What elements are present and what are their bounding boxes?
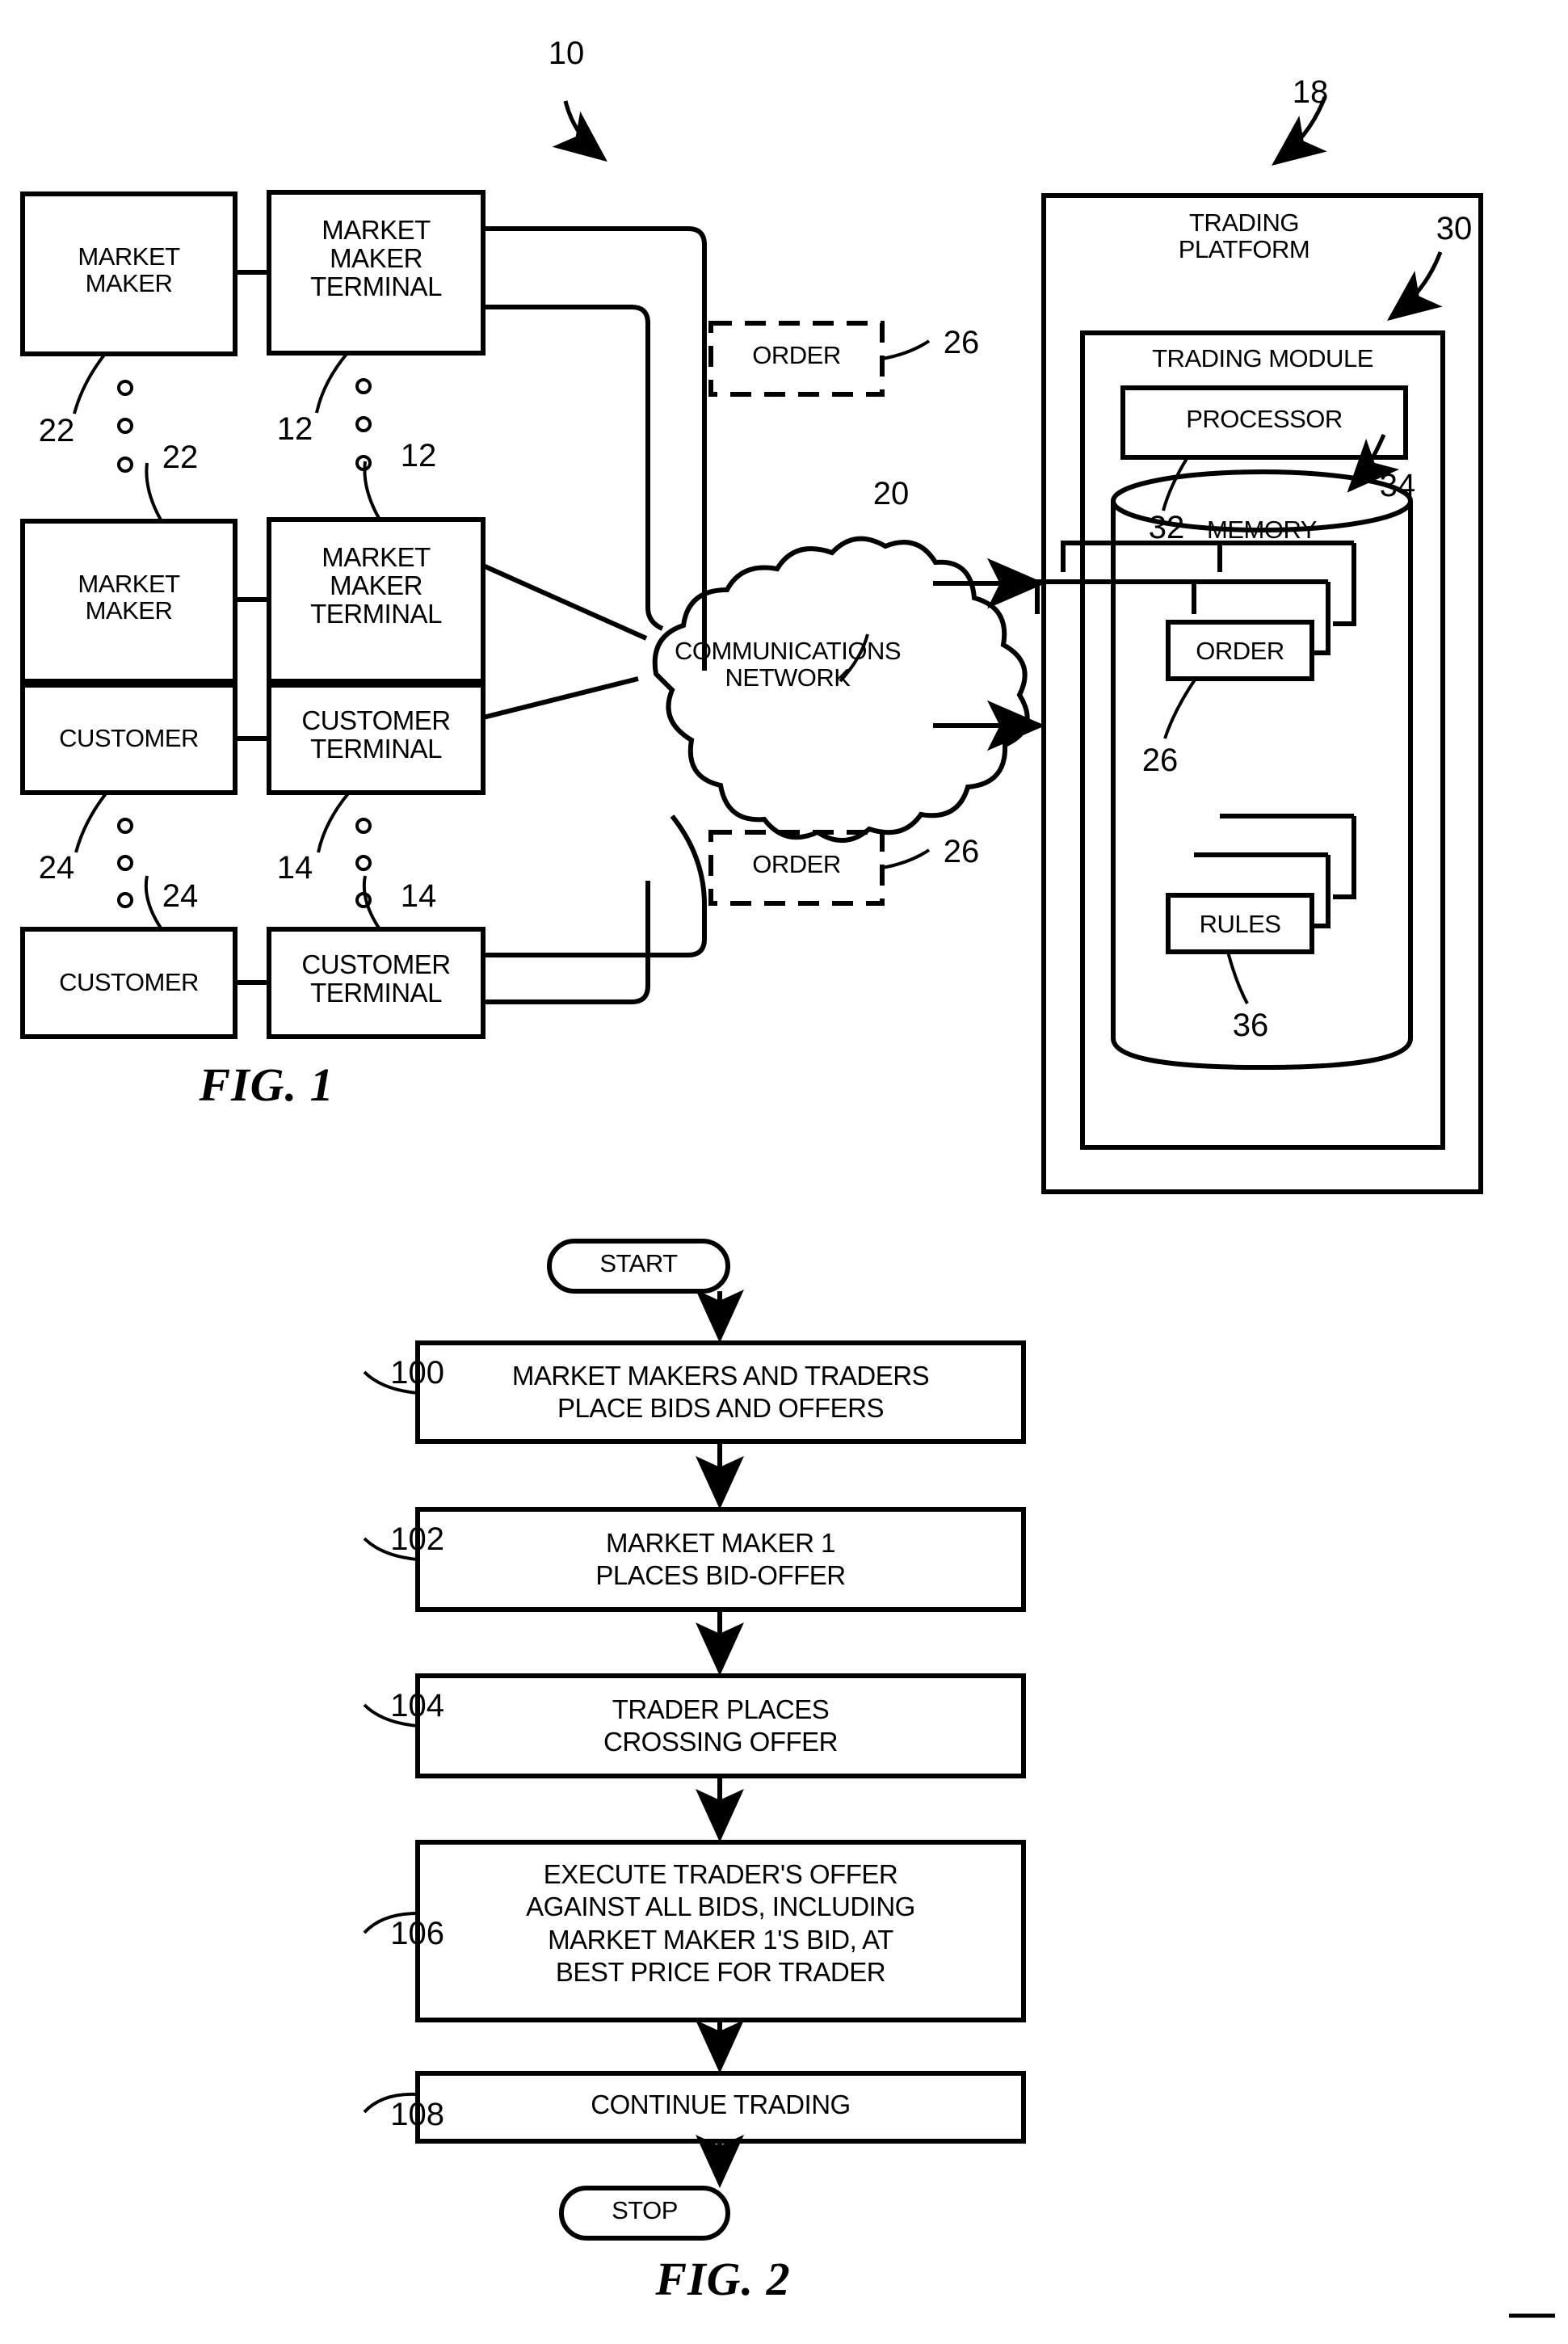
ref-26-lower: 26 <box>943 834 980 869</box>
flow-box-102-label: MARKET MAKER 1 PLACES BID-OFFER <box>595 1528 846 1591</box>
figure-2-caption: FIG. 2 <box>655 2253 791 2305</box>
patent-drawing-sheet: 10 MARKET MAKER MARKET MAKER CUSTOMER CU… <box>0 0 1568 2344</box>
ref-104: 104 <box>390 1688 444 1723</box>
memory-order-label: ORDER <box>1196 637 1284 665</box>
ref-10: 10 <box>548 36 585 71</box>
leader-26-memory <box>1163 677 1197 739</box>
ref-18: 18 <box>1292 74 1329 110</box>
link-custt2-lower <box>483 881 650 1004</box>
market-maker-terminal-box-1-label: MARKET MAKER TERMINAL <box>310 215 442 301</box>
link-mmt2 <box>481 563 648 641</box>
memory-cylinder-body <box>1111 501 1413 1071</box>
ref-14-b: 14 <box>400 878 437 914</box>
ref-34: 34 <box>1379 468 1416 503</box>
leader-12-a <box>315 351 349 414</box>
customer-terminal-box-2-label: CUSTOMER TERMINAL <box>301 949 451 1008</box>
flow-box-106-label: EXECUTE TRADER'S OFFER AGAINST ALL BIDS,… <box>526 1859 915 1987</box>
market-maker-terminal-box-2-label: MARKET MAKER TERMINAL <box>310 542 442 629</box>
order-stack-back-right <box>1333 543 1356 626</box>
communications-network-label: COMMUNICATIONS NETWORK <box>674 637 902 692</box>
ref-30: 30 <box>1436 211 1473 246</box>
ref-22-a: 22 <box>38 413 75 448</box>
ref-22-b: 22 <box>162 440 199 475</box>
ref-36: 36 <box>1232 1008 1269 1043</box>
flow-box-104-label: TRADER PLACES CROSSING OFFER <box>603 1694 839 1757</box>
processor-label: PROCESSOR <box>1186 405 1343 433</box>
ellipsis-dot <box>117 855 133 871</box>
leader-24-a <box>74 791 108 853</box>
leader-22-a <box>73 352 107 415</box>
link-mmt1-upper <box>483 226 707 671</box>
ref-100: 100 <box>390 1355 444 1391</box>
order-packet-1-label: ORDER <box>752 341 841 369</box>
ellipsis-dot <box>117 892 133 908</box>
leader-36-memory <box>1226 951 1249 1004</box>
customer-box-1-label: CUSTOMER <box>59 724 199 752</box>
customer-terminal-box-1-label: CUSTOMER TERMINAL <box>301 705 451 764</box>
ellipsis-dot <box>117 457 133 473</box>
flow-box-108-label: CONTINUE TRADING <box>591 2089 851 2119</box>
leader-14-a <box>317 791 351 853</box>
ellipsis-dot <box>355 818 372 834</box>
figure-1-caption: FIG. 1 <box>199 1058 334 1111</box>
ref-26-memory: 26 <box>1141 743 1179 778</box>
stop-terminator-label: STOP <box>612 2196 678 2224</box>
ref-24-a: 24 <box>38 850 75 886</box>
leader-10-arrow <box>552 100 607 162</box>
order-stack-back-outline <box>1061 541 1222 572</box>
customer-box-2-label: CUSTOMER <box>59 968 199 996</box>
link-custt1 <box>482 676 639 720</box>
ellipsis-dot <box>117 818 133 834</box>
flow-box-100-label: MARKET MAKERS AND TRADERS PLACE BIDS AND… <box>511 1361 930 1424</box>
ellipsis-dot <box>117 418 133 434</box>
leader-26-lower <box>881 848 931 869</box>
ref-24-b: 24 <box>162 878 199 914</box>
ref-12-a: 12 <box>276 411 313 447</box>
ref-108: 108 <box>390 2097 444 2132</box>
leader-14-b <box>362 875 381 931</box>
market-maker-box-1-label: MARKET MAKER <box>78 242 180 297</box>
ref-102: 102 <box>390 1521 444 1557</box>
ellipsis-dot <box>355 855 372 871</box>
leader-32 <box>1162 456 1189 511</box>
ref-20: 20 <box>872 476 910 511</box>
market-maker-box-2-label: MARKET MAKER <box>78 570 180 625</box>
ref-26-upper: 26 <box>943 325 980 360</box>
ellipsis-dot <box>355 416 372 432</box>
ellipsis-dot <box>117 380 133 396</box>
order-packet-2-label: ORDER <box>752 850 841 878</box>
ref-14-a: 14 <box>276 850 313 886</box>
start-terminator-label: START <box>599 1249 678 1277</box>
link-mmt1-lower <box>483 305 664 631</box>
rules-stack-back-right <box>1333 816 1356 899</box>
ref-106: 106 <box>390 1916 444 1951</box>
memory-rules-label: RULES <box>1199 910 1281 938</box>
ellipsis-dot <box>355 378 372 394</box>
memory-label: MEMORY <box>1207 516 1317 544</box>
trading-platform-label: TRADING PLATFORM <box>1178 208 1310 263</box>
trading-module-label: TRADING MODULE <box>1152 344 1373 372</box>
leader-26-upper <box>881 339 931 360</box>
link-custt2-upper <box>483 814 707 957</box>
ref-12-b: 12 <box>400 438 437 473</box>
